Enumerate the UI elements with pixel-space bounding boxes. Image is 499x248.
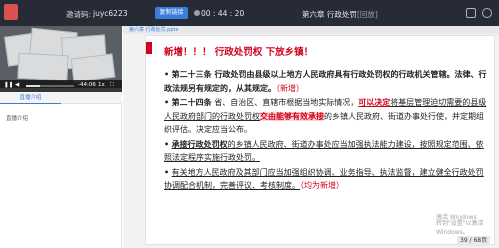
replay-tag: [回放] bbox=[357, 10, 378, 19]
app-logo-icon bbox=[4, 4, 18, 20]
lead-text: 承接行政处罚权 bbox=[171, 139, 228, 149]
window-icon[interactable] bbox=[466, 8, 476, 18]
pause-icon[interactable]: ❚❚ bbox=[4, 82, 13, 88]
emphasis-text: 可以决定 bbox=[358, 98, 391, 107]
bullet: • bbox=[164, 98, 170, 107]
close-icon[interactable] bbox=[482, 8, 492, 18]
new-tag: （均为新增） bbox=[300, 181, 344, 190]
left-tabs: 直播介绍 bbox=[0, 92, 122, 104]
file-name-bar: 第六章 行政处罚.pptx bbox=[123, 26, 499, 34]
slide-headline: 新增！！！ 行政处罚权 下放乡镇！ bbox=[164, 47, 314, 58]
time-remaining: -44:06 bbox=[78, 82, 96, 88]
left-panel: ❚❚ ◀ -44:06 1x ⛶ 直播介绍 直播介绍 bbox=[0, 26, 122, 248]
article-number: 第二十四条 bbox=[171, 98, 212, 107]
bullet: • bbox=[164, 139, 170, 149]
progress-fill bbox=[26, 85, 41, 87]
top-bar: 邀请码: juyc6223 复制链接 00 : 44 : 20 第六章 行政处罚… bbox=[0, 0, 499, 26]
emphasis-text: 交由能够有效承接 bbox=[260, 111, 324, 121]
player-controls: ❚❚ ◀ -44:06 1x ⛶ bbox=[0, 80, 122, 92]
fullscreen-icon[interactable]: ⛶ bbox=[110, 82, 114, 89]
clock-icon bbox=[194, 10, 200, 16]
article-text: 行政处罚由县级以上地方人民政府具有行政处罚权的行政机关管辖。法律、行政法规另有规… bbox=[164, 70, 487, 93]
tab-live-intro[interactable]: 直播介绍 bbox=[0, 92, 61, 104]
page-indicator: 39 / 68页 bbox=[457, 236, 491, 246]
slide-body: • 第二十三条 行政处罚由县级以上地方人民政府具有行政处罚权的行政机关管辖。法律… bbox=[164, 68, 490, 194]
chapter-title: 第六章 行政处罚 bbox=[302, 10, 357, 19]
bullet: • bbox=[164, 70, 170, 79]
copy-link-button[interactable]: 复制链接 bbox=[155, 7, 188, 19]
video-frame-paper bbox=[70, 53, 116, 83]
live-timer: 00 : 44 : 20 bbox=[201, 9, 245, 18]
live-intro-label: 直播介绍 bbox=[6, 116, 29, 122]
invite-code-value: juyc6223 bbox=[93, 9, 128, 18]
article-text: 省、自治区、直辖市根据当地实际情况， bbox=[211, 98, 359, 107]
bullet: • bbox=[164, 167, 170, 177]
paragraph-coordination: • 有关地方人民政府及其部门应当加强组织协调、业务指导、执法监督，建立健全行政处… bbox=[164, 166, 490, 193]
speed-selector[interactable]: 1x bbox=[98, 82, 105, 88]
video-player[interactable] bbox=[0, 26, 122, 88]
slide-accent-bar bbox=[146, 42, 152, 54]
article-number: 第二十三条 bbox=[171, 70, 212, 79]
invite-code-label: 邀请码: bbox=[66, 10, 92, 19]
paragraph-article-24: • 第二十四条 省、自治区、直辖市根据当地实际情况，可以决定将基层管理迫切需要的… bbox=[164, 96, 490, 137]
paragraph-undertaking: • 承接行政处罚权的乡镇人民政府、街道办事处应当加强执法能力建设，按照规定范围、… bbox=[164, 138, 490, 165]
new-tag: （新增） bbox=[276, 83, 304, 93]
progress-bar[interactable] bbox=[26, 85, 74, 87]
volume-icon[interactable]: ◀ bbox=[15, 82, 19, 88]
video-frame-paper bbox=[17, 52, 69, 82]
paragraph-article-23: • 第二十三条 行政处罚由县级以上地方人民政府具有行政处罚权的行政机关管辖。法律… bbox=[164, 68, 490, 95]
windows-watermark-subtitle: 转到"设置"以激活 Windows。 bbox=[436, 220, 484, 236]
